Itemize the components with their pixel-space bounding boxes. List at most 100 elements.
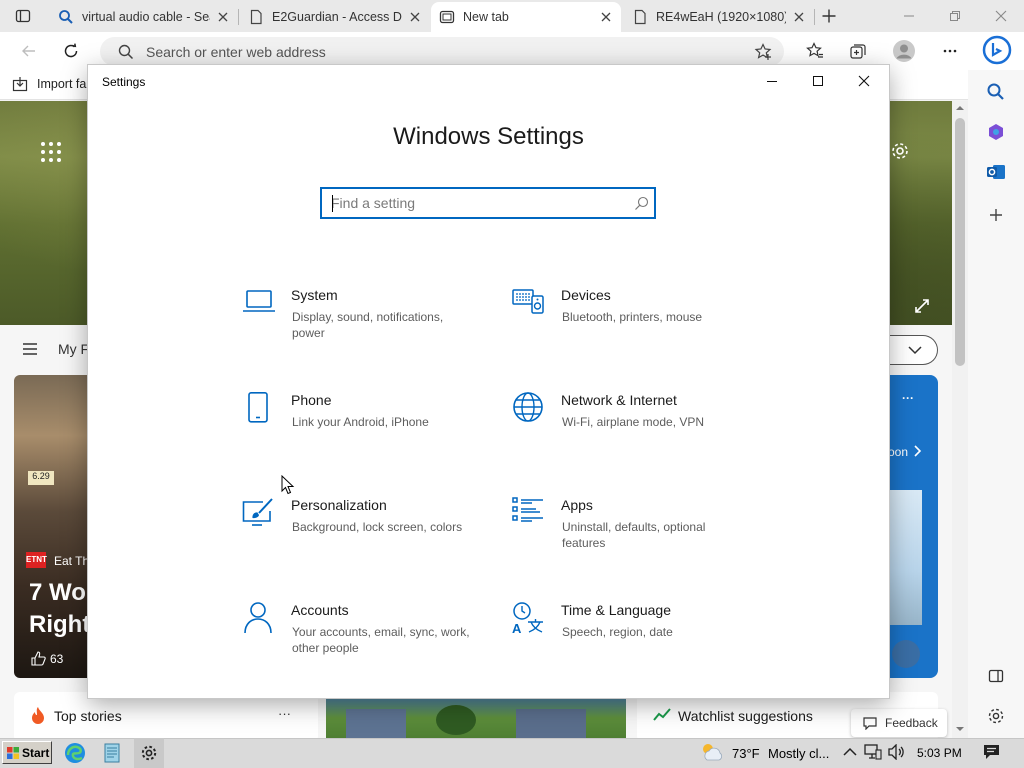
weather-graphic bbox=[888, 490, 922, 625]
profile-button[interactable] bbox=[889, 36, 919, 66]
category-time-language[interactable]: A Time & Language Speech, region, date bbox=[512, 602, 762, 682]
sidebar-add-icon[interactable] bbox=[988, 207, 1004, 223]
like-icon[interactable] bbox=[31, 651, 46, 666]
network-icon[interactable] bbox=[864, 744, 882, 760]
my-feed-tab[interactable]: My F bbox=[58, 341, 89, 357]
page-icon bbox=[634, 9, 646, 25]
settings-menu-button[interactable] bbox=[935, 36, 965, 66]
clock[interactable]: 5:03 PM bbox=[917, 746, 962, 760]
category-phone[interactable]: Phone Link your Android, iPhone bbox=[242, 392, 492, 472]
sidebar-toggle-icon[interactable] bbox=[988, 668, 1004, 684]
card-source: Eat Thi bbox=[54, 554, 88, 568]
sidebar-outlook-icon[interactable] bbox=[986, 162, 1006, 182]
phone-icon bbox=[248, 392, 268, 423]
settings-maximize-button[interactable] bbox=[795, 65, 841, 97]
category-network-internet[interactable]: Network & Internet Wi-Fi, airplane mode,… bbox=[512, 392, 762, 472]
add-favorite-icon[interactable] bbox=[754, 43, 772, 61]
category-description: Your accounts, email, sync, work, other … bbox=[292, 625, 470, 655]
taskbar-edge-icon[interactable] bbox=[64, 742, 86, 764]
close-tab-icon[interactable] bbox=[216, 10, 230, 24]
category-name: Personalization bbox=[291, 497, 387, 513]
tab-e2guardian[interactable]: E2Guardian - Access De bbox=[240, 2, 430, 32]
minimize-icon bbox=[767, 81, 777, 82]
category-apps[interactable]: Apps Uninstall, defaults, optional featu… bbox=[512, 497, 762, 577]
tab-separator bbox=[238, 9, 239, 25]
notifications-icon[interactable] bbox=[983, 744, 1000, 760]
favorites-button[interactable] bbox=[800, 36, 830, 66]
category-system[interactable]: System Display, sound, notifications, po… bbox=[242, 287, 492, 367]
page-icon bbox=[250, 9, 262, 25]
favorites-star-icon bbox=[806, 42, 823, 58]
import-favorites-link[interactable]: Import fa bbox=[12, 76, 86, 92]
sidebar-copilot-icon[interactable] bbox=[986, 122, 1006, 142]
page-settings-gear-icon[interactable] bbox=[890, 141, 910, 161]
sidebar-search-icon[interactable] bbox=[986, 82, 1006, 102]
hamburger-menu-icon[interactable] bbox=[22, 342, 38, 356]
category-personalization[interactable]: Personalization Background, lock screen,… bbox=[242, 497, 492, 577]
settings-minimize-button[interactable] bbox=[749, 65, 795, 97]
feedback-button[interactable]: Feedback bbox=[851, 709, 947, 737]
settings-window-title: Settings bbox=[102, 75, 146, 89]
new-tab-button[interactable] bbox=[814, 1, 844, 31]
news-card-left[interactable]: 6.29 ETNT Eat Thi 7 Wo Right 63 bbox=[14, 375, 88, 678]
bing-copilot-button[interactable] bbox=[981, 34, 1013, 66]
category-accounts[interactable]: Accounts Your accounts, email, sync, wor… bbox=[242, 602, 492, 682]
show-hidden-icons-icon[interactable] bbox=[843, 747, 857, 757]
feedback-label: Feedback bbox=[885, 716, 938, 730]
close-tab-icon[interactable] bbox=[408, 10, 422, 24]
bing-icon bbox=[982, 35, 1012, 65]
find-setting-input[interactable] bbox=[322, 190, 612, 216]
close-tab-icon[interactable] bbox=[792, 10, 806, 24]
import-favorites-label: Import fa bbox=[37, 77, 87, 91]
tab-actions-icon[interactable] bbox=[8, 1, 38, 31]
category-description: Link your Android, iPhone bbox=[292, 415, 429, 429]
close-tab-icon[interactable] bbox=[599, 10, 613, 24]
news-card-right[interactable]: ··· oon bbox=[888, 375, 938, 678]
watchlist-title: Watchlist suggestions bbox=[678, 708, 813, 724]
settings-close-button[interactable] bbox=[841, 65, 887, 97]
stories-more-icon[interactable]: ··· bbox=[278, 706, 291, 721]
scrollbar-thumb[interactable] bbox=[955, 118, 965, 366]
weather-icon[interactable] bbox=[699, 741, 725, 763]
tab-title: E2Guardian - Access De bbox=[272, 10, 402, 24]
category-name: Accounts bbox=[291, 602, 349, 618]
tab-virtual-audio-cable[interactable]: virtual audio cable - Sea bbox=[50, 2, 238, 32]
category-devices[interactable]: Devices Bluetooth, printers, mouse bbox=[512, 287, 762, 367]
scroll-up-icon[interactable] bbox=[955, 104, 965, 112]
category-name: System bbox=[291, 287, 338, 303]
taskbar-notepad-icon[interactable] bbox=[101, 742, 123, 764]
image-card-middle[interactable] bbox=[326, 697, 626, 743]
find-setting-search[interactable] bbox=[320, 187, 656, 219]
person-icon bbox=[244, 602, 272, 634]
expand-icon[interactable] bbox=[914, 298, 930, 314]
edge-sidebar bbox=[968, 70, 1024, 743]
top-stories-card[interactable]: Top stories ··· bbox=[14, 692, 318, 742]
card-more-icon[interactable]: ··· bbox=[902, 391, 914, 405]
sidebar-settings-gear-icon[interactable] bbox=[987, 707, 1005, 725]
category-name: Apps bbox=[561, 497, 593, 513]
address-placeholder: Search or enter web address bbox=[146, 43, 326, 60]
minimize-browser-button[interactable] bbox=[886, 0, 932, 32]
tab-new-tab[interactable]: New tab bbox=[431, 2, 621, 32]
start-button[interactable]: Start bbox=[2, 741, 52, 764]
settings-heading: Windows Settings bbox=[393, 123, 584, 150]
house-roof bbox=[346, 709, 406, 739]
volume-icon[interactable] bbox=[888, 744, 906, 760]
avatar-icon bbox=[893, 40, 915, 62]
tab-re4wEaH[interactable]: RE4wEaH (1920×1080) bbox=[624, 2, 814, 32]
back-button[interactable] bbox=[14, 36, 44, 66]
collections-button[interactable] bbox=[843, 36, 873, 66]
new-tab-icon bbox=[439, 10, 455, 24]
taskbar-settings-icon[interactable] bbox=[134, 738, 164, 768]
feedback-icon bbox=[863, 717, 877, 730]
restore-browser-button[interactable] bbox=[932, 0, 978, 32]
close-icon bbox=[995, 10, 1007, 22]
scroll-down-icon[interactable] bbox=[955, 725, 965, 733]
text-caret bbox=[332, 195, 333, 212]
windows-flag-icon bbox=[7, 746, 19, 759]
apps-grid-icon[interactable] bbox=[40, 141, 62, 163]
close-browser-button[interactable] bbox=[978, 0, 1024, 32]
address-bar[interactable]: Search or enter web address bbox=[100, 37, 784, 66]
card-headline-line2: Right bbox=[29, 611, 88, 638]
refresh-button[interactable] bbox=[56, 36, 86, 66]
